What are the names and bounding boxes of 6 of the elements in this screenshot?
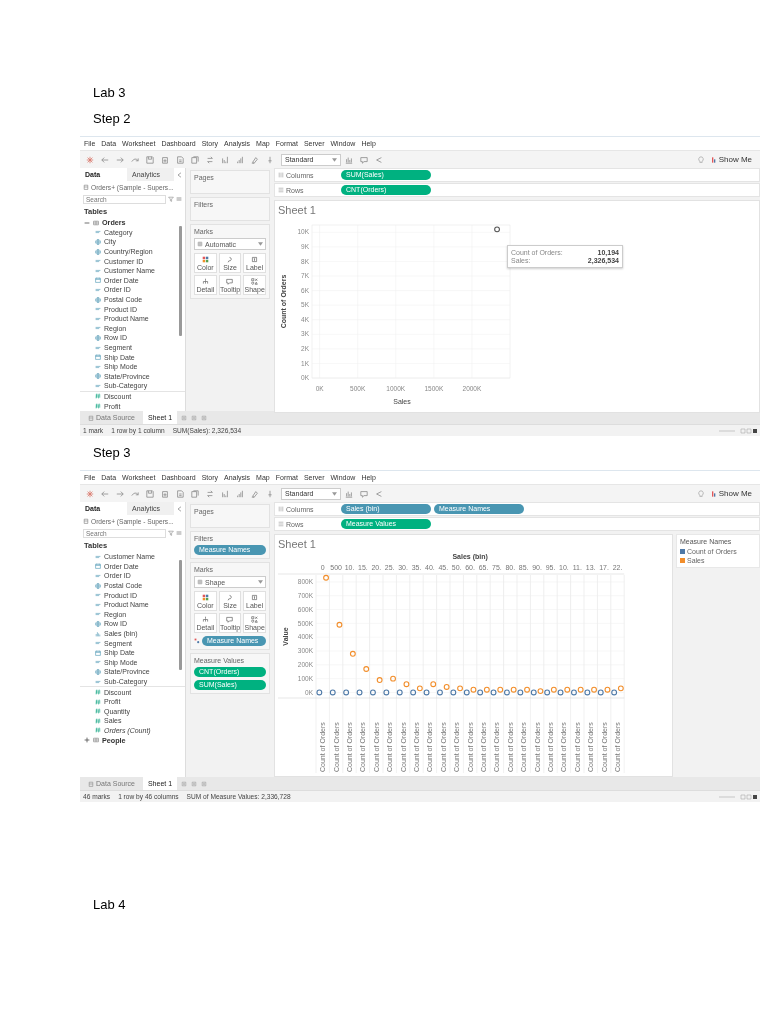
sheet-title: Sheet 1 — [278, 537, 317, 552]
step-heading: Step 3 — [93, 444, 132, 462]
step-heading: Step 2 — [93, 110, 132, 128]
sheet-title: Sheet 1 — [278, 203, 317, 218]
document-heading: Lab 4 — [93, 896, 127, 914]
document-heading: Lab 3 — [93, 84, 127, 102]
